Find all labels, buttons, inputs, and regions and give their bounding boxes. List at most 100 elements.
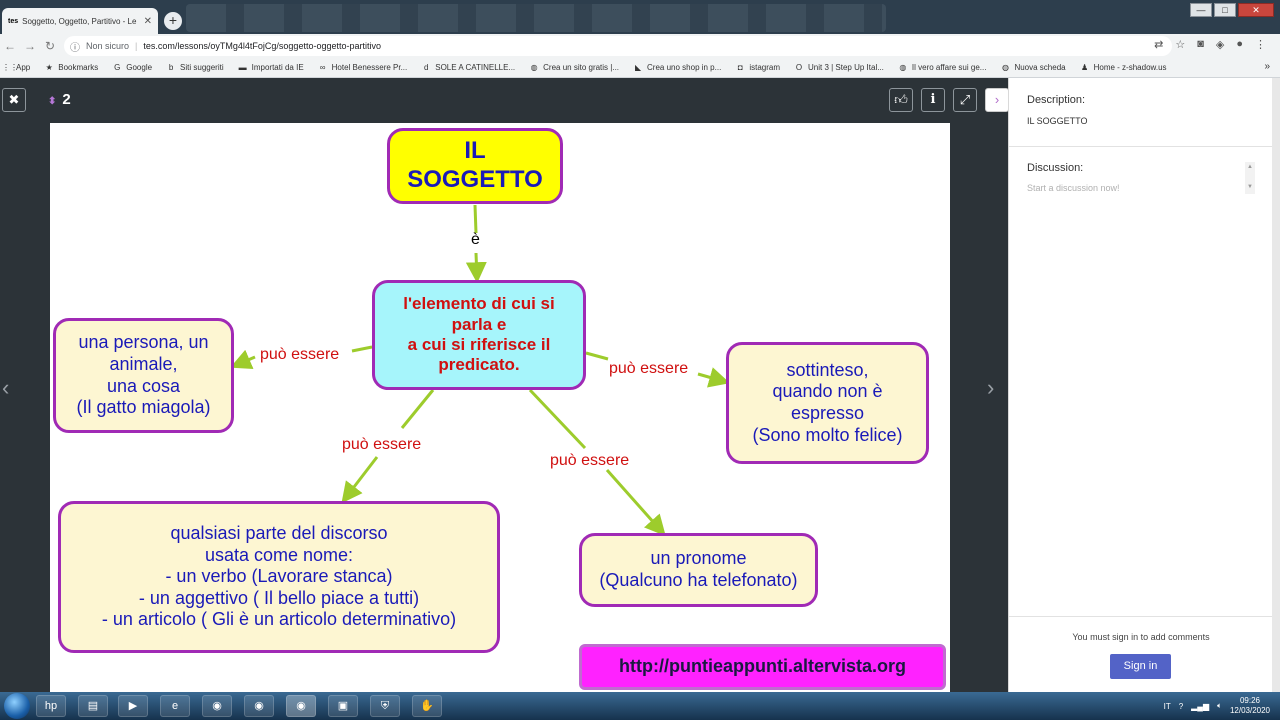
parte-discorso-box: qualsiasi parte del discorso usata come …	[58, 501, 500, 653]
url-separator: |	[135, 41, 138, 51]
label-pronome: può essere	[550, 452, 630, 469]
bookmark-label: Bookmarks	[58, 63, 99, 72]
bookmark-item[interactable]: ◣ Crea uno shop in p...	[633, 63, 721, 72]
details-panel: Description: IL SOGGETTO Discussion: Sta…	[1008, 78, 1273, 692]
globe-icon: ◍	[899, 63, 907, 72]
toolbar-icons: ⇄ ☆ ◙ ◈ ● ⋮	[1154, 38, 1266, 51]
apps-grid-icon: ⋮⋮	[2, 63, 18, 72]
bookmark-star-icon[interactable]: ☆	[1175, 38, 1185, 51]
slide-concept-map: IL SOGGETTO è l'elemento di cui si parla…	[50, 123, 950, 693]
o-icon: O	[795, 63, 803, 72]
bookmark-item[interactable]: ◍ Crea un sito gratis |...	[529, 63, 619, 72]
discussion-input[interactable]: Start a discussion now!	[1027, 183, 1120, 193]
info-button-icon[interactable]: i	[921, 88, 945, 112]
page-scrollbar[interactable]	[1272, 78, 1280, 692]
media-player-icon[interactable]: ▶	[118, 695, 148, 717]
start-button-icon[interactable]	[4, 693, 30, 719]
hp-icon[interactable]: hp	[36, 695, 66, 717]
store-icon[interactable]: ▣	[328, 695, 358, 717]
reload-icon[interactable]: ↻	[40, 39, 60, 53]
arrow-title-top	[473, 204, 478, 234]
url-bar[interactable]: ⓘ Non sicuro | tes.com/lessons/oyTMg4l4t…	[64, 36, 1172, 56]
bookmark-item[interactable]: ▬ Importati da IE	[238, 63, 304, 72]
next-slide-icon[interactable]: ›	[987, 375, 994, 401]
bookmark-label: Google	[126, 63, 153, 72]
sottinteso-text: sottinteso, quando non è espresso (Sono …	[752, 359, 903, 445]
clock[interactable]: 09:26 12/03/2020	[1230, 696, 1270, 716]
bookmark-item[interactable]: ◍ Nuova scheda	[1000, 63, 1066, 72]
close-viewer-button[interactable]: ✖	[2, 88, 26, 112]
info-icon[interactable]: ⓘ	[70, 39, 80, 54]
instagram-icon: ◘	[737, 63, 743, 72]
page-arrows-icon: ⬍	[48, 96, 57, 107]
bookmark-item[interactable]: O Unit 3 | Step Up Ital...	[794, 63, 884, 72]
prev-slide-icon[interactable]: ‹	[2, 375, 9, 401]
language-indicator[interactable]: IT	[1164, 702, 1171, 711]
new-tab-button[interactable]: +	[164, 12, 182, 30]
tab-close-icon[interactable]: ✕	[144, 16, 152, 27]
bookmark-item[interactable]: ⋮⋮ App	[2, 63, 30, 72]
windows-taskbar: hp ▤ ▶ e ◉ ◉ ◉ ▣ ⛨ ✋ IT ? ▂▄▆ 🔈︎ 09:26 1…	[0, 692, 1280, 720]
label-sottinteso: può essere	[609, 360, 689, 377]
shield-app-icon[interactable]: ⛨	[370, 695, 400, 717]
globe-icon: ◍	[1001, 63, 1009, 72]
panel-divider-bottom	[1009, 616, 1273, 617]
internet-explorer-icon[interactable]: e	[160, 695, 190, 717]
translate-icon[interactable]: ⇄	[1154, 38, 1163, 51]
back-icon[interactable]: ←	[0, 39, 20, 53]
screen: tes Soggetto, Oggetto, Partitivo - Le ✕ …	[0, 0, 1280, 720]
file-explorer-icon[interactable]: ▤	[78, 695, 108, 717]
help-icon[interactable]: ?	[1179, 702, 1183, 711]
bookmark-item[interactable]: ◘ istagram	[735, 63, 780, 72]
extension-shield-icon[interactable]: ◈	[1216, 38, 1224, 51]
bookmark-label: Hotel Benessere Pr...	[331, 63, 408, 72]
minimize-button[interactable]: —	[1190, 3, 1212, 17]
shop-icon: ◣	[634, 63, 642, 72]
website-text: http://puntieappunti.altervista.org	[619, 656, 906, 677]
bookmark-item[interactable]: ♟ Home - z-shadow.us	[1080, 63, 1167, 72]
globe-icon: ◍	[530, 63, 538, 72]
page-indicator[interactable]: ⬍ 2	[48, 91, 71, 108]
glove-app-icon[interactable]: ✋	[412, 695, 442, 717]
bookmark-label: Unit 3 | Step Up Ital...	[808, 63, 884, 72]
bing-icon: b	[168, 63, 174, 72]
bookmark-item[interactable]: d SOLE A CATINELLE...	[421, 63, 515, 72]
title-text: IL SOGGETTO	[407, 137, 543, 193]
background-windows	[186, 4, 886, 32]
toggle-panel-button[interactable]: ›	[985, 88, 1009, 112]
discussion-scrollbar[interactable]: ▲ ▼	[1245, 162, 1255, 194]
tab-strip: tes Soggetto, Oggetto, Partitivo - Le ✕ …	[0, 0, 1280, 34]
label-persona: può essere	[260, 346, 340, 363]
profile-avatar-icon[interactable]: ●	[1236, 38, 1243, 51]
browser-tab[interactable]: tes Soggetto, Oggetto, Partitivo - Le ✕	[2, 8, 158, 34]
volume-icon[interactable]: 🔈︎	[1217, 701, 1222, 711]
url-text[interactable]: tes.com/lessons/oyTMg4l4tFojCg/soggetto-…	[143, 41, 381, 51]
bookmark-item[interactable]: b Siti suggeriti	[166, 63, 224, 72]
pronome-box: un pronome (Qualcuno ha telefonato)	[579, 533, 818, 607]
bookmarks-more-icon[interactable]: »	[1264, 61, 1270, 72]
extension-icon[interactable]: ◙	[1197, 38, 1204, 51]
bookmark-item[interactable]: G Google	[112, 63, 152, 72]
bookmark-item[interactable]: ∞ Hotel Benessere Pr...	[318, 63, 408, 72]
like-icon[interactable]: 👍︎	[889, 88, 913, 112]
tes-favicon-icon: tes	[8, 17, 19, 25]
chrome-app-icon[interactable]: ◉	[202, 695, 232, 717]
maximize-button[interactable]: □	[1214, 3, 1236, 17]
menu-dots-icon[interactable]: ⋮	[1255, 38, 1266, 51]
bookmark-item[interactable]: ★ Bookmarks	[44, 63, 99, 72]
chrome-active-icon[interactable]: ◉	[286, 695, 316, 717]
persona-box: una persona, un animale, una cosa (Il ga…	[53, 318, 234, 433]
sign-in-button[interactable]: Sign in	[1110, 654, 1171, 679]
close-window-button[interactable]: ✕	[1238, 3, 1274, 17]
forward-icon[interactable]: →	[20, 39, 40, 53]
network-icon[interactable]: ▂▄▆	[1191, 702, 1209, 711]
bookmark-item[interactable]: ◍ Il vero affare sui ge...	[898, 63, 986, 72]
fullscreen-icon[interactable]: ⤢	[953, 88, 977, 112]
arrow-def-sottinteso-a	[585, 351, 609, 361]
bookmark-label: App	[16, 63, 31, 72]
chrome-app-2-icon[interactable]: ◉	[244, 695, 274, 717]
bookmark-label: Importati da IE	[251, 63, 304, 72]
bookmark-label: Crea uno shop in p...	[647, 63, 722, 72]
sottinteso-box: sottinteso, quando non è espresso (Sono …	[726, 342, 929, 464]
definition-text: l'elemento di cui si parla e a cui si ri…	[403, 294, 555, 375]
